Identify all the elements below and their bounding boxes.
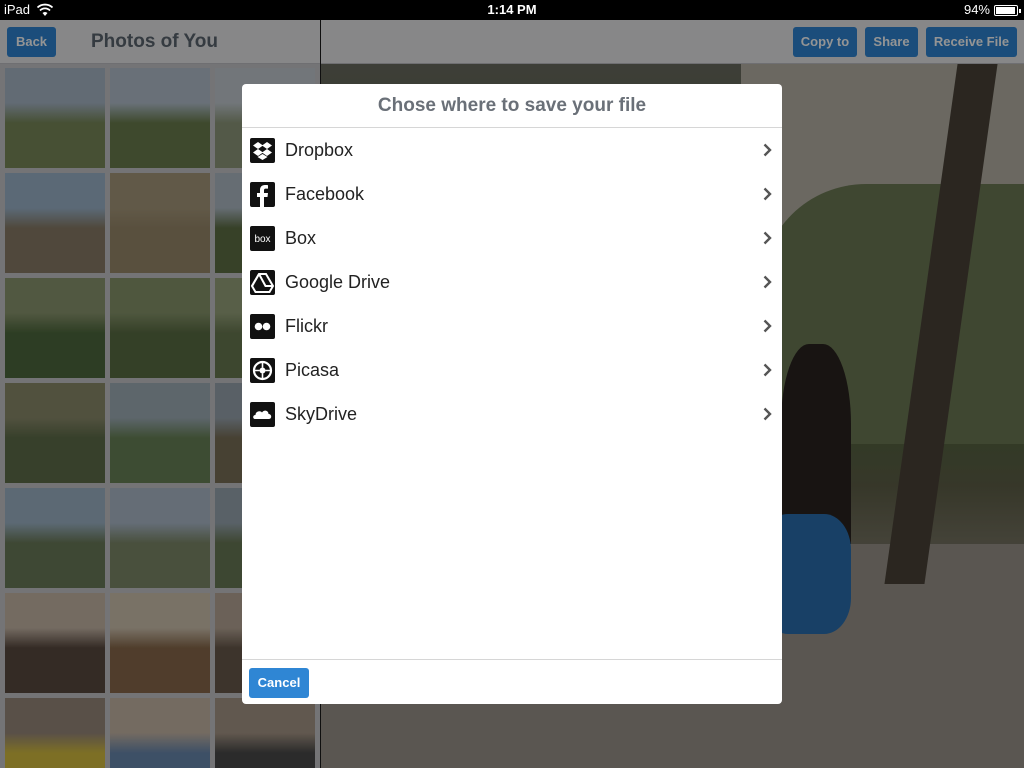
dropbox-icon: [250, 138, 275, 163]
service-item-flickr[interactable]: Flickr: [242, 304, 782, 348]
service-label: Picasa: [285, 360, 340, 380]
battery-percent: 94%: [963, 2, 990, 17]
chevron-right-icon: [763, 143, 772, 157]
chevron-right-icon: [763, 187, 772, 201]
service-item-google-drive[interactable]: Google Drive: [242, 260, 782, 304]
service-label: Flickr: [285, 316, 328, 336]
chevron-right-icon: [763, 231, 772, 245]
chevron-right-icon: [763, 319, 772, 333]
box-icon: box: [250, 226, 275, 251]
service-label: SkyDrive: [285, 404, 358, 424]
status-time: 1:14 PM: [487, 2, 537, 17]
dialog-footer: Cancel: [242, 659, 782, 704]
chevron-right-icon: [763, 275, 772, 289]
battery-icon: [994, 5, 1021, 16]
service-label: Box: [285, 228, 317, 248]
cancel-button[interactable]: Cancel: [249, 668, 309, 698]
dialog-title: Chose where to save your file: [242, 84, 782, 128]
flickr-icon: [250, 314, 275, 339]
service-list: Dropbox Facebook box Box Google Drive Fl…: [242, 128, 782, 436]
save-destination-dialog: Chose where to save your file Dropbox Fa…: [242, 84, 782, 704]
service-item-picasa[interactable]: Picasa: [242, 348, 782, 392]
service-label: Dropbox: [285, 140, 354, 160]
skydrive-icon: [250, 402, 275, 427]
service-item-dropbox[interactable]: Dropbox: [242, 128, 782, 172]
google-drive-icon: [250, 270, 275, 295]
service-label: Facebook: [285, 184, 365, 204]
chevron-right-icon: [763, 363, 772, 377]
facebook-icon: [250, 182, 275, 207]
service-item-box[interactable]: box Box: [242, 216, 782, 260]
status-bar: iPad 1:14 PM 94%: [0, 0, 1024, 20]
chevron-right-icon: [763, 407, 772, 421]
svg-text:box: box: [254, 234, 270, 245]
service-label: Google Drive: [285, 272, 391, 292]
picasa-icon: [250, 358, 275, 383]
service-item-skydrive[interactable]: SkyDrive: [242, 392, 782, 436]
service-item-facebook[interactable]: Facebook: [242, 172, 782, 216]
